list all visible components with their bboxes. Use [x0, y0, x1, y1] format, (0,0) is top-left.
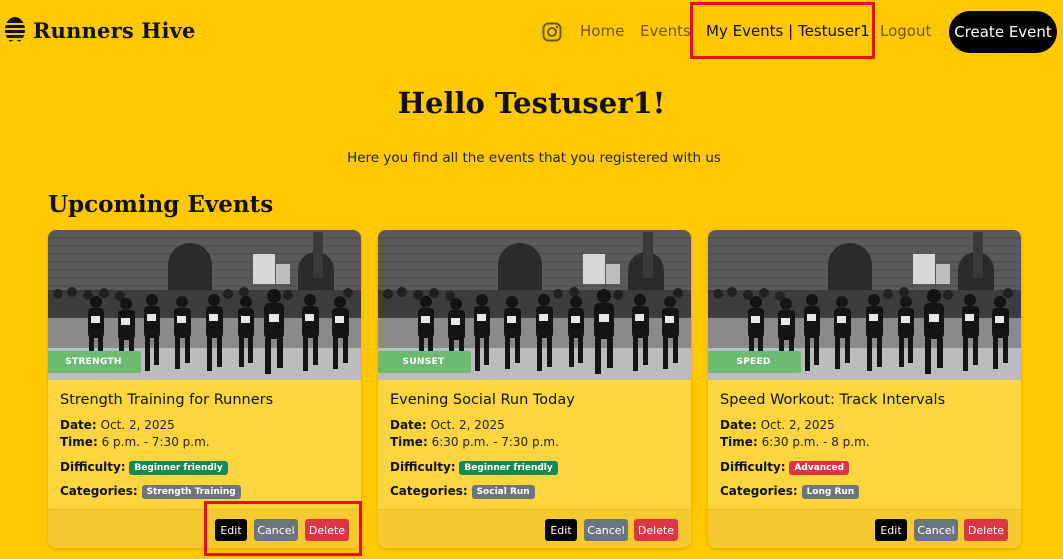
beehive-icon — [4, 17, 26, 44]
event-tag-ribbon: STRENGTH — [48, 351, 141, 373]
greeting-heading: Hello Testuser1! — [397, 86, 666, 120]
date-label: Date: — [60, 418, 97, 432]
event-difficulty-row: Difficulty: Beginner friendly — [60, 460, 228, 475]
event-tag-ribbon: SUNSET — [378, 351, 471, 373]
brand-name: Runners Hive — [33, 17, 196, 43]
event-date: Oct. 2, 2025 — [430, 418, 505, 432]
date-label: Date: — [390, 418, 427, 432]
delete-button[interactable]: Delete — [964, 519, 1008, 541]
create-event-button[interactable]: Create Event — [949, 11, 1057, 53]
page-subtitle: Here you find all the events that you re… — [347, 150, 721, 166]
card-footer: Edit Cancel Delete — [378, 509, 691, 548]
nav-events-link[interactable]: Events — [640, 22, 691, 40]
event-title[interactable]: Speed Workout: Track Intervals — [720, 392, 945, 408]
category-badge: Strength Training — [141, 485, 241, 499]
difficulty-label: Difficulty: — [390, 460, 456, 474]
event-tag-ribbon: SPEED — [708, 351, 801, 373]
difficulty-badge: Beginner friendly — [459, 461, 558, 475]
event-time: 6:30 p.m. - 8 p.m. — [761, 435, 870, 449]
categories-label: Categories: — [390, 484, 468, 498]
event-time-row: Time: 6:30 p.m. - 8 p.m. — [720, 435, 870, 449]
brand-link[interactable]: Runners Hive — [3, 15, 196, 45]
nav-logout-link[interactable]: Logout — [880, 22, 931, 40]
nav-my-events-link[interactable]: My Events | Testuser1 — [706, 22, 870, 40]
event-categories-row: Categories: Social Run — [390, 484, 535, 499]
event-date-row: Date: Oct. 2, 2025 — [390, 418, 505, 432]
event-title[interactable]: Strength Training for Runners — [60, 392, 273, 408]
event-card: SUNSET Evening Social Run Today Date: Oc… — [378, 230, 691, 548]
event-date: Oct. 2, 2025 — [100, 418, 175, 432]
buttons-highlight-box — [204, 501, 362, 556]
categories-label: Categories: — [60, 484, 138, 498]
event-categories-row: Categories: Strength Training — [60, 484, 241, 499]
time-label: Time: — [390, 435, 428, 449]
upcoming-events-heading: Upcoming Events — [48, 191, 274, 218]
event-time: 6 p.m. - 7:30 p.m. — [101, 435, 210, 449]
event-time-row: Time: 6 p.m. - 7:30 p.m. — [60, 435, 210, 449]
difficulty-badge: Beginner friendly — [129, 461, 228, 475]
category-badge: Long Run — [801, 485, 860, 499]
time-label: Time: — [60, 435, 98, 449]
event-difficulty-row: Difficulty: Beginner friendly — [390, 460, 558, 475]
edit-button[interactable]: Edit — [875, 519, 907, 541]
difficulty-badge: Advanced — [789, 461, 850, 475]
event-time-row: Time: 6:30 p.m. - 7:30 p.m. — [390, 435, 559, 449]
edit-button[interactable]: Edit — [545, 519, 577, 541]
instagram-icon[interactable] — [542, 22, 562, 42]
navbar: Runners Hive Home Events My Events | Tes… — [0, 0, 1063, 64]
event-difficulty-row: Difficulty: Advanced — [720, 460, 850, 475]
delete-button[interactable]: Delete — [634, 519, 678, 541]
event-title[interactable]: Evening Social Run Today — [390, 392, 575, 408]
nav-home-link[interactable]: Home — [580, 22, 624, 40]
event-card: SPEED Speed Workout: Track Intervals Dat… — [708, 230, 1021, 548]
category-badge: Social Run — [471, 485, 535, 499]
card-footer: Edit Cancel Delete — [708, 509, 1021, 548]
cancel-button[interactable]: Cancel — [914, 519, 958, 541]
categories-label: Categories: — [720, 484, 798, 498]
event-date-row: Date: Oct. 2, 2025 — [720, 418, 835, 432]
event-date: Oct. 2, 2025 — [760, 418, 835, 432]
difficulty-label: Difficulty: — [60, 460, 126, 474]
event-categories-row: Categories: Long Run — [720, 484, 860, 499]
date-label: Date: — [720, 418, 757, 432]
time-label: Time: — [720, 435, 758, 449]
event-time: 6:30 p.m. - 7:30 p.m. — [431, 435, 559, 449]
event-date-row: Date: Oct. 2, 2025 — [60, 418, 175, 432]
cancel-button[interactable]: Cancel — [584, 519, 628, 541]
difficulty-label: Difficulty: — [720, 460, 786, 474]
